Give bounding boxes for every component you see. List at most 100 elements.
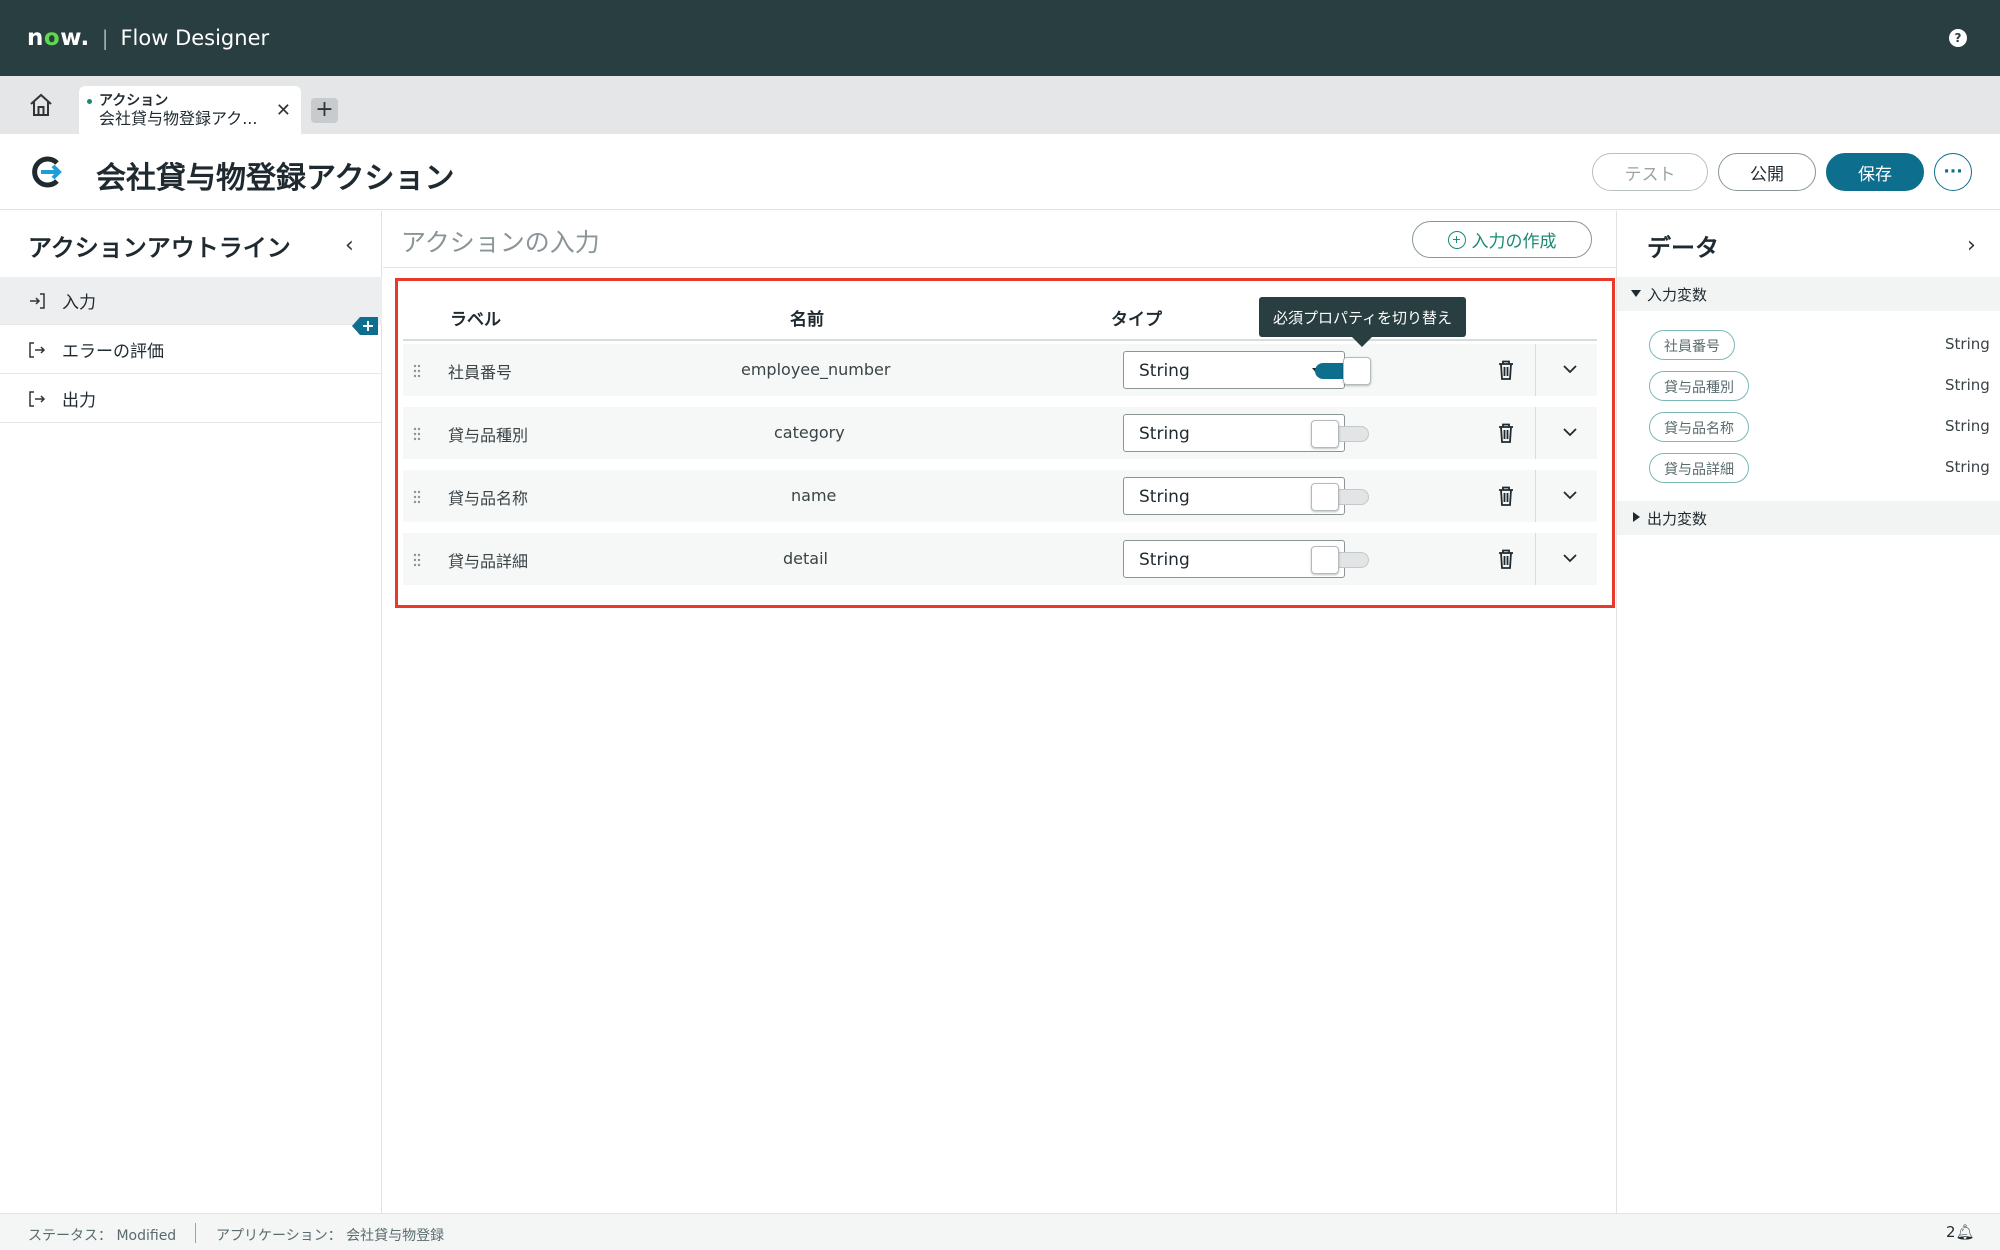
outline-item-error-evaluation[interactable]: エラーの評価 [0,326,382,374]
data-pill[interactable]: 社員番号 [1649,330,1735,360]
data-pill-type: String [1945,458,1990,476]
input-variables-section[interactable]: 入力変数 [1617,277,2000,311]
close-tab-icon[interactable]: ✕ [276,100,291,121]
action-outline-panel: アクションアウトライン ‹ 入力 エラーの評価 出力 [0,211,382,1213]
toggle-knob [1343,357,1371,385]
notification-count: 2 [1946,1223,1956,1241]
add-tab-button[interactable]: + [311,98,338,123]
divider [1535,407,1536,459]
chevron-down-icon[interactable] [1563,427,1577,437]
row-label[interactable]: 貸与品種別 [448,422,528,446]
application-text: アプリケーション： 会社貸与物登録 [216,1228,445,1244]
data-pill[interactable]: 貸与品名称 [1649,412,1749,442]
add-circle-icon: + [1447,230,1466,249]
data-panel: データ › 入力変数 社員番号 String 貸与品種別 String 貸与品名… [1616,211,2000,1213]
required-toggle[interactable] [1311,420,1371,448]
output-variables-section[interactable]: 出力変数 [1617,501,2000,535]
create-input-label: 入力の作成 [1471,232,1557,251]
row-label[interactable]: 社員番号 [448,359,512,383]
logo-separator: | [101,26,109,50]
outline-item-output[interactable]: 出力 [0,375,382,423]
outline-item-label: 出力 [62,391,96,411]
tab-strip: アクション 会社貸与物登録アク... ✕ + [0,76,2000,134]
more-options-button[interactable]: ··· [1934,153,1972,191]
help-icon[interactable]: ? [1949,29,1967,47]
section-label: 出力変数 [1647,510,1708,528]
top-bar: now. | Flow Designer ? [0,0,2000,76]
tab-type: アクション [99,93,169,109]
notifications[interactable]: 2🔔︎ [1946,1223,1975,1241]
table-row: 貸与品種別 category String [403,407,1597,459]
trash-icon[interactable] [1496,422,1516,444]
row-name[interactable]: employee_number [741,360,890,379]
divider [1535,470,1536,522]
toggle-knob [1311,546,1339,574]
add-step-button[interactable] [352,315,380,337]
data-pill[interactable]: 貸与品詳細 [1649,453,1749,483]
toggle-knob [1311,483,1339,511]
divider [1535,344,1536,396]
table-row: 社員番号 employee_number String [403,344,1597,396]
servicenow-logo[interactable]: now. [27,25,90,51]
table-row: 貸与品名称 name String [403,470,1597,522]
divider [195,1223,196,1243]
chevron-down-icon[interactable] [1563,553,1577,563]
drag-handle-icon[interactable] [413,553,421,567]
test-button[interactable]: テスト [1592,153,1708,191]
create-input-button[interactable]: + 入力の作成 [1412,221,1592,258]
type-value: String [1139,550,1190,570]
toggle-knob [1311,420,1339,448]
status-text: ステータス： Modified [28,1228,177,1244]
row-name[interactable]: detail [783,549,828,568]
outline-title: アクションアウトライン [28,234,291,262]
drag-handle-icon[interactable] [413,427,421,441]
chevron-down-icon[interactable] [1563,490,1577,500]
bell-icon: 🔔︎ [1955,1223,1975,1241]
outline-item-label: 入力 [62,293,96,313]
divider [1535,533,1536,585]
save-button[interactable]: 保存 [1826,153,1924,191]
column-type: タイプ [1111,310,1162,330]
tab-action[interactable]: アクション 会社貸与物登録アク... ✕ [79,86,301,134]
type-value: String [1139,424,1190,444]
data-panel-title: データ [1647,234,1719,262]
inputs-title: アクションの入力 [401,228,600,257]
column-name: 名前 [790,310,824,330]
required-toggle[interactable] [1311,546,1371,574]
drag-handle-icon[interactable] [413,364,421,378]
action-inputs-panel: アクションの入力 + 入力の作成 ラベル 名前 タイプ 必須 社員番号 empl… [383,211,1616,1213]
trash-icon[interactable] [1496,485,1516,507]
action-icon [32,156,62,188]
app-name: Flow Designer [120,26,270,50]
section-label: 入力変数 [1647,286,1708,304]
outline-item-label: エラーの評価 [62,342,164,362]
caret-down-icon [1631,290,1641,297]
trash-icon[interactable] [1496,548,1516,570]
row-label[interactable]: 貸与品詳細 [448,548,528,572]
output-icon [29,390,46,407]
outline-item-input[interactable]: 入力 [0,277,382,325]
data-pill-type: String [1945,376,1990,394]
drag-handle-icon[interactable] [413,490,421,504]
row-name[interactable]: category [774,423,845,442]
row-label[interactable]: 貸与品名称 [448,485,528,509]
output-icon [29,341,46,358]
required-toggle[interactable] [1311,483,1371,511]
page-header: 会社貸与物登録アクション テスト 公開 保存 ··· [0,134,2000,210]
expand-right-icon[interactable]: › [1967,233,1976,258]
page-title: 会社貸与物登録アクション [96,161,455,196]
publish-button[interactable]: 公開 [1718,153,1816,191]
chevron-down-icon[interactable] [1563,364,1577,374]
home-icon[interactable] [26,90,56,120]
tab-title: 会社貸与物登録アク... [99,109,258,128]
status-bar: ステータス： Modified アプリケーション： 会社貸与物登録 2🔔︎ [0,1213,2000,1250]
row-name[interactable]: name [791,486,836,505]
required-toggle[interactable] [1311,357,1371,385]
trash-icon[interactable] [1496,359,1516,381]
collapse-left-icon[interactable]: ‹ [345,233,354,258]
type-value: String [1139,487,1190,507]
unsaved-dot [87,99,92,104]
column-label: ラベル [450,310,501,330]
data-pill[interactable]: 貸与品種別 [1649,371,1749,401]
input-icon [30,292,45,309]
